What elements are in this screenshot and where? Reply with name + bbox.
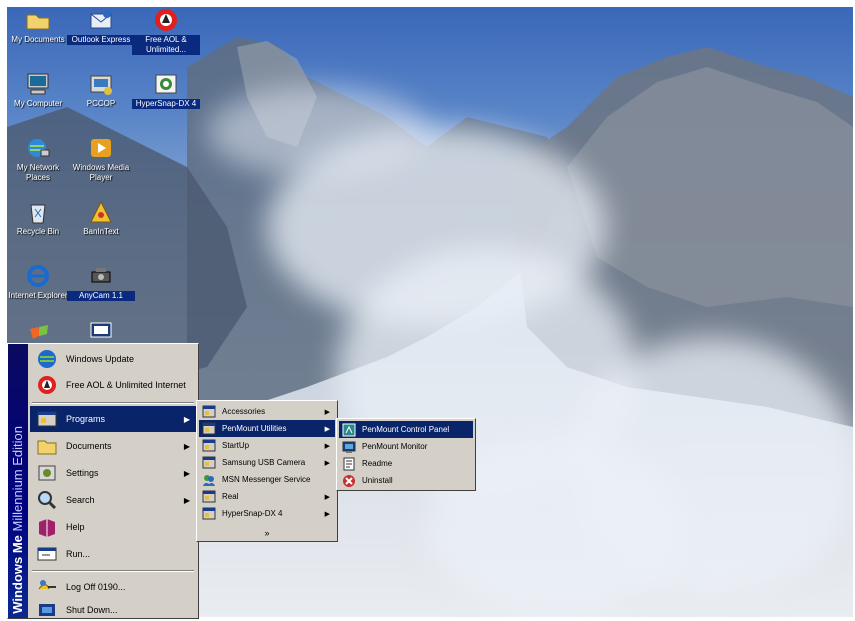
programs-submenu: Accessories ▶ PenMount Utilities ▶ StartUp…: [196, 400, 338, 542]
folder-icon: [24, 7, 52, 33]
programs-item-penmount-utilities[interactable]: PenMount Utilities ▶: [199, 420, 335, 437]
start-item-windows-update[interactable]: Windows Update: [30, 346, 196, 372]
computer-icon: [24, 71, 52, 97]
penmount-item-control-panel[interactable]: PenMount Control Panel: [339, 421, 473, 438]
network-icon: [24, 135, 52, 161]
camera-icon: [87, 263, 115, 289]
penmount-utilities-submenu: PenMount Control Panel PenMount Monitor …: [336, 418, 476, 491]
programs-item-real[interactable]: Real ▶: [199, 488, 335, 505]
programs-item-samsung-usb-camera[interactable]: Samsung USB Camera ▶: [199, 454, 335, 471]
shut-down-icon: [36, 599, 58, 621]
start-item-shut-down[interactable]: Shut Down...: [30, 600, 196, 620]
start-item-run[interactable]: Run...: [30, 541, 196, 567]
desktop-icon-internet-explorer[interactable]: Internet Explorer: [7, 261, 72, 319]
desktop-icon-my-documents[interactable]: My Documents: [7, 7, 72, 63]
desktop-icon-recycle-bin[interactable]: Recycle Bin: [7, 197, 72, 255]
program-group-icon: [202, 405, 216, 419]
documents-icon: [36, 435, 58, 457]
hypersnap-icon: [152, 71, 180, 97]
start-menu-banner: Windows Me Millennium Edition: [8, 344, 28, 618]
desktop-icon-outlook-express[interactable]: Outlook Express: [67, 7, 135, 63]
desktop-icon-free-aol[interactable]: Free AOL & Unlimited...: [132, 7, 200, 63]
desktop-icon-anycam[interactable]: AnyCam 1.1: [67, 261, 135, 319]
msn-icon: [202, 473, 216, 487]
run-icon: [36, 543, 58, 565]
program-group-icon: [202, 507, 216, 521]
help-icon: [36, 516, 58, 538]
expand-menu-chevron-icon[interactable]: »: [197, 528, 337, 538]
desktop-icon-my-computer[interactable]: My Computer: [7, 69, 72, 127]
recycle-bin-icon: [24, 199, 52, 225]
windows-update-icon: [36, 348, 58, 370]
monitor-icon: [342, 440, 356, 454]
internet-explorer-icon: [24, 263, 52, 289]
start-item-settings[interactable]: Settings ▶: [30, 460, 196, 486]
programs-item-startup[interactable]: StartUp ▶: [199, 437, 335, 454]
start-item-programs[interactable]: Programs ▶: [30, 406, 196, 432]
penmount-item-monitor[interactable]: PenMount Monitor: [339, 438, 473, 455]
desktop-icon-hypersnap[interactable]: HyperSnap-DX 4: [132, 69, 200, 127]
partial-desktop-icon[interactable]: [27, 323, 53, 343]
log-off-icon: [36, 576, 58, 598]
control-panel-icon: [342, 423, 356, 437]
media-player-icon: [87, 135, 115, 161]
start-item-free-aol[interactable]: Free AOL & Unlimited Internet: [30, 372, 196, 398]
start-item-log-off[interactable]: Log Off 0190...: [30, 574, 196, 600]
desktop-icon-windows-media-player[interactable]: Windows Media Player: [67, 133, 135, 191]
desktop-icon-my-network-places[interactable]: My Network Places: [7, 133, 72, 191]
aol-icon: [152, 7, 180, 33]
start-item-help[interactable]: Help: [30, 514, 196, 540]
start-menu-separator: [32, 570, 194, 572]
uninstall-icon: [342, 474, 356, 488]
partial-desktop-icon[interactable]: [89, 319, 113, 341]
bantext-icon: [87, 199, 115, 225]
penmount-item-uninstall[interactable]: Uninstall: [339, 472, 473, 489]
program-group-icon: [202, 456, 216, 470]
outlook-express-icon: [87, 7, 115, 33]
aol-icon: [36, 374, 58, 396]
start-menu: Windows Me Millennium Edition Windows Up…: [7, 343, 199, 619]
readme-icon: [342, 457, 356, 471]
penmount-item-readme[interactable]: Readme: [339, 455, 473, 472]
start-item-search[interactable]: Search ▶: [30, 487, 196, 513]
programs-item-msn-messenger[interactable]: MSN Messenger Service: [199, 471, 335, 488]
desktop-icon-bantext[interactable]: BanInText: [67, 197, 135, 255]
program-group-icon: [202, 490, 216, 504]
search-icon: [36, 489, 58, 511]
programs-icon: [36, 408, 58, 430]
pccop-icon: [87, 71, 115, 97]
start-item-documents[interactable]: Documents ▶: [30, 433, 196, 459]
start-menu-separator: [32, 402, 194, 404]
program-group-icon: [202, 422, 216, 436]
program-group-icon: [202, 439, 216, 453]
programs-item-hypersnap[interactable]: HyperSnap-DX 4 ▶: [199, 505, 335, 522]
settings-icon: [36, 462, 58, 484]
desktop-icon-pccop[interactable]: PCCOP: [67, 69, 135, 127]
programs-item-accessories[interactable]: Accessories ▶: [199, 403, 335, 420]
